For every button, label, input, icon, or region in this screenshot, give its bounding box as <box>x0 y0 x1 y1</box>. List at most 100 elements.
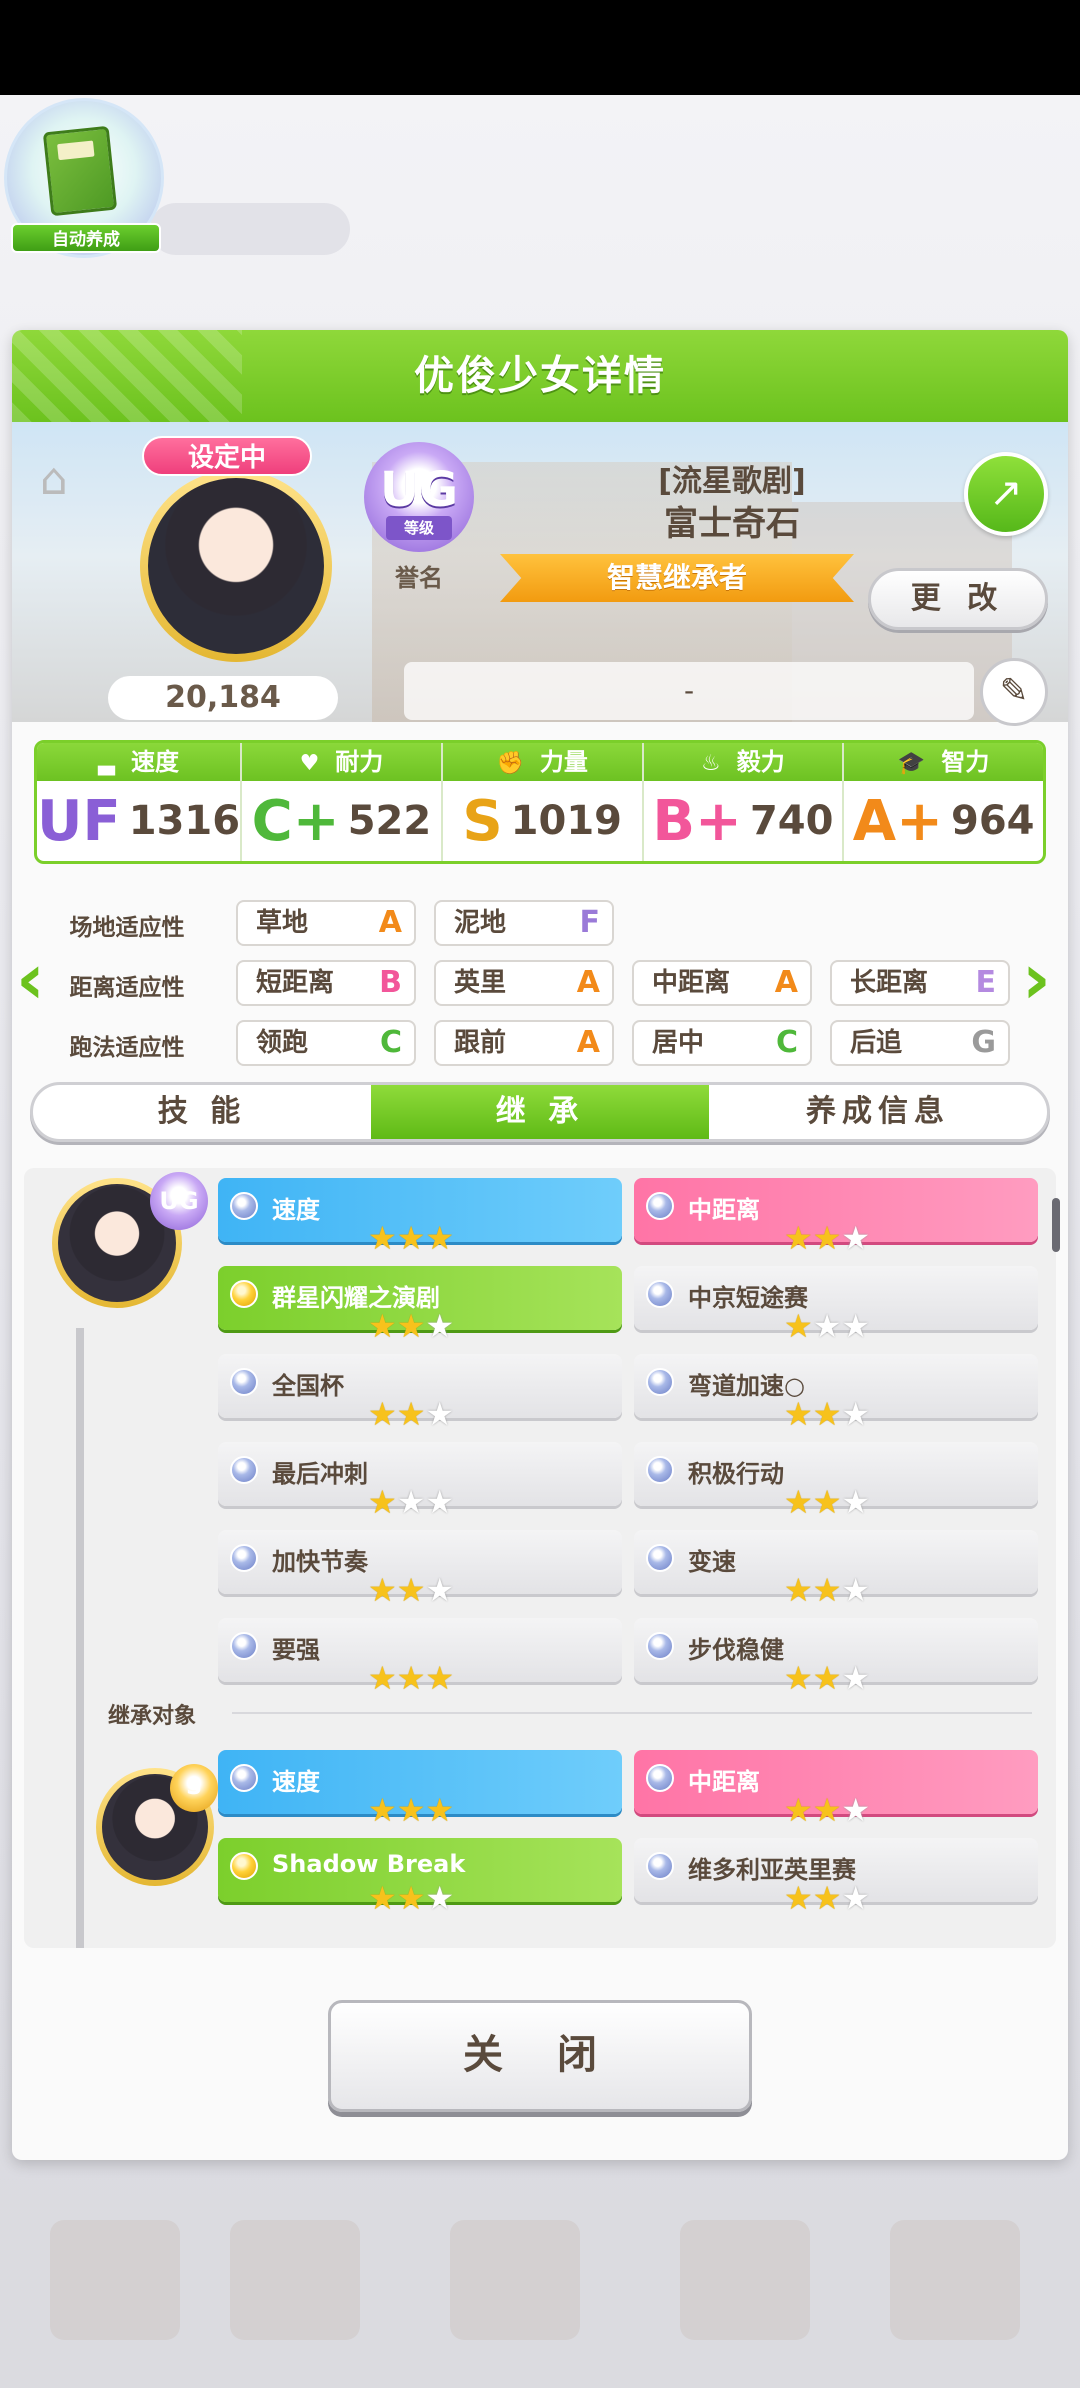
factor-name: 积极行动 <box>688 1460 784 1488</box>
edit-memo-button[interactable]: ✎ <box>980 658 1048 726</box>
stat-value: 964 <box>951 798 1035 844</box>
inherit-factor[interactable]: 中京短途赛 ★★★ <box>634 1266 1038 1342</box>
dialog-header: 优俊少女详情 <box>12 330 1068 422</box>
rank-label: 誉名 <box>395 564 443 592</box>
tab-2[interactable]: 养成信息 <box>709 1085 1047 1139</box>
star-icon: ★ <box>812 1659 842 1697</box>
stat-body: S 1019 <box>443 781 642 861</box>
star-icon: ★ <box>425 1483 455 1521</box>
factor-stars: ★★★ <box>784 1882 870 1914</box>
detail-tabs: 技 能继 承养成信息 <box>30 1082 1050 1142</box>
inherit-factor[interactable]: 中距离 ★★★ <box>634 1750 1038 1826</box>
stat-icon: ✊ <box>496 751 524 776</box>
nav-item-ghost <box>50 2220 180 2340</box>
star-icon: ★ <box>841 1395 871 1433</box>
inherit-factor[interactable]: 速度 ★★★ <box>218 1750 622 1826</box>
parent-rank-badge: S <box>170 1764 218 1812</box>
aptitude-grade: A <box>378 905 402 940</box>
star-icon: ★ <box>784 1879 813 1917</box>
factor-dot-icon <box>230 1632 258 1660</box>
aptitude-grade: F <box>579 905 601 940</box>
character-panel: ⌂ 设定中 20,184 UG 等级 誉名 [流星歌剧] 富士奇石 智慧继承者 … <box>12 422 1068 726</box>
aptitude-name: 英里 <box>454 968 507 998</box>
stat-value: 1019 <box>510 798 622 844</box>
factor-name: 速度 <box>272 1768 320 1796</box>
stat-grade: C+ <box>251 788 340 854</box>
inherit-factor[interactable]: 中距离 ★★★ <box>634 1178 1038 1254</box>
title-ribbon: 智慧继承者 <box>500 554 854 602</box>
tab-0[interactable]: 技 能 <box>33 1085 371 1139</box>
aptitude-grade: A <box>576 1025 600 1060</box>
stat-body: UF 1316 <box>37 781 240 861</box>
star-icon: ★ <box>368 1879 397 1917</box>
aptitude-name: 居中 <box>652 1028 705 1058</box>
aptitude-name: 草地 <box>256 908 309 938</box>
inherit-factor[interactable]: 加快节奏 ★★★ <box>218 1530 622 1606</box>
aptitude-chip: 跟前 A <box>434 1020 614 1066</box>
aptitude-chip: 居中 C <box>632 1020 812 1066</box>
factor-dot-icon <box>646 1544 674 1572</box>
factor-dot-icon <box>646 1368 674 1396</box>
nav-item-ghost <box>230 2220 360 2340</box>
aptitude-name: 短距离 <box>256 968 335 998</box>
share-icon: ↗ <box>989 470 1023 516</box>
factor-stars: ★★★ <box>784 1310 870 1342</box>
star-icon: ★ <box>368 1791 397 1829</box>
inherit-factor[interactable]: Shadow Break ★★★ <box>218 1838 622 1914</box>
stat-label: 毅力 <box>736 748 785 776</box>
star-icon: ★ <box>784 1395 813 1433</box>
memo-field: - <box>404 662 974 720</box>
share-button[interactable]: ↗ <box>964 452 1048 536</box>
stat-header: ♥ 耐力 <box>242 743 441 781</box>
factor-name: 速度 <box>272 1196 320 1224</box>
star-icon: ★ <box>841 1307 871 1345</box>
factor-stars: ★★★ <box>368 1222 454 1254</box>
star-icon: ★ <box>784 1571 813 1609</box>
factor-dot-icon <box>646 1852 674 1880</box>
prev-arrow-icon[interactable]: ‹ <box>16 944 56 1014</box>
star-icon: ★ <box>784 1483 813 1521</box>
inherit-factor[interactable]: 群星闪耀之演剧 ★★★ <box>218 1266 622 1342</box>
close-button[interactable]: 关 闭 <box>328 2000 752 2112</box>
next-arrow-icon[interactable]: › <box>1022 944 1062 1014</box>
star-icon: ★ <box>784 1307 813 1345</box>
aptitude-grade: A <box>774 965 798 1000</box>
factor-dot-icon <box>646 1456 674 1484</box>
factor-stars: ★★★ <box>368 1398 454 1430</box>
inherit-factor[interactable]: 速度 ★★★ <box>218 1178 622 1254</box>
change-button[interactable]: 更 改 <box>868 568 1048 630</box>
scrollbar[interactable] <box>1052 1198 1060 1252</box>
star-icon: ★ <box>841 1791 871 1829</box>
stat-value: 522 <box>347 798 432 844</box>
star-icon: ★ <box>396 1395 426 1433</box>
stat-4: 🎓 智力 A+ 964 <box>844 743 1043 861</box>
inherit-factor[interactable]: 要强 ★★★ <box>218 1618 622 1694</box>
carrot-icon[interactable]: ⌂ <box>40 452 84 508</box>
inherit-factor[interactable]: 积极行动 ★★★ <box>634 1442 1038 1518</box>
inherit-factor[interactable]: 变速 ★★★ <box>634 1530 1038 1606</box>
auto-train-button[interactable]: 自动养成 <box>4 98 164 258</box>
aptitude-name: 领跑 <box>256 1028 309 1058</box>
inherit-factor[interactable]: 弯道加速○ ★★★ <box>634 1354 1038 1430</box>
nav-item-ghost <box>680 2220 810 2340</box>
tab-1[interactable]: 继 承 <box>371 1085 709 1139</box>
factor-stars: ★★★ <box>368 1794 454 1826</box>
star-icon: ★ <box>812 1395 842 1433</box>
factor-dot-icon <box>230 1852 258 1880</box>
stat-header: ♨ 毅力 <box>643 743 843 781</box>
factor-name: 中距离 <box>688 1768 760 1796</box>
aptitude-name: 跟前 <box>454 1028 507 1058</box>
inherit-factor[interactable]: 维多利亚英里赛 ★★★ <box>634 1838 1038 1914</box>
star-icon: ★ <box>425 1659 455 1697</box>
aptitude-grade: B <box>379 965 402 1000</box>
stat-1: ♥ 耐力 C+ 522 <box>242 743 443 861</box>
stat-icon: ♥ <box>299 751 320 776</box>
star-icon: ★ <box>425 1219 455 1257</box>
inherit-factor[interactable]: 步伐稳健 ★★★ <box>634 1618 1038 1694</box>
inherit-panel: UG S 继承对象 速度 ★★★ 中距离 ★★★ 群星闪耀之演剧 ★★★ 中京短途赛 ★★★ 全… <box>24 1168 1060 1948</box>
star-icon: ★ <box>841 1483 871 1521</box>
stat-icon: 🎓 <box>897 751 926 776</box>
inherit-factor[interactable]: 全国杯 ★★★ <box>218 1354 622 1430</box>
inherit-factor[interactable]: 最后冲刺 ★★★ <box>218 1442 622 1518</box>
stat-body: C+ 522 <box>242 781 441 861</box>
